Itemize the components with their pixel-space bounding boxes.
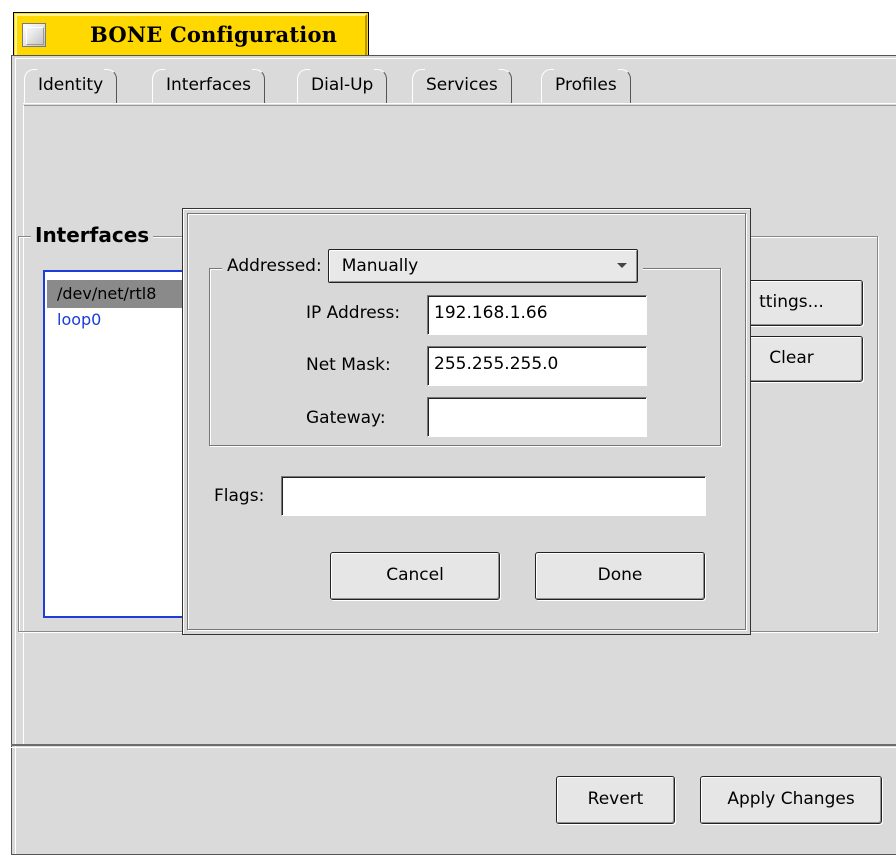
- tab-identity-label: Identity: [38, 75, 104, 95]
- flags-field[interactable]: [281, 476, 706, 516]
- footer-separator: [11, 744, 896, 748]
- cancel-button-label: Cancel: [386, 565, 444, 585]
- revert-button-label: Revert: [587, 789, 644, 809]
- done-button-label: Done: [597, 565, 643, 585]
- net-mask-field[interactable]: 255.255.255.0: [427, 346, 647, 386]
- ip-address-field[interactable]: 192.168.1.66: [427, 295, 647, 335]
- addressed-legend: Addressed: Manually: [222, 246, 643, 286]
- net-mask-label: Net Mask:: [306, 355, 391, 375]
- interfaces-group-label: Interfaces: [31, 223, 154, 247]
- tab-services[interactable]: Services: [412, 69, 512, 105]
- dropdown-arrow-icon: [616, 263, 627, 268]
- ip-address-label: IP Address:: [306, 303, 401, 323]
- tab-interfaces[interactable]: Interfaces: [152, 69, 265, 105]
- tab-dial-up[interactable]: Dial-Up: [297, 69, 388, 105]
- apply-changes-button-label: Apply Changes: [727, 789, 855, 809]
- addressed-label: Addressed:: [227, 256, 322, 276]
- gateway-field[interactable]: [427, 397, 647, 437]
- tab-dial-up-label: Dial-Up: [311, 75, 374, 95]
- tab-profiles-label: Profiles: [555, 75, 617, 95]
- list-item-loop0[interactable]: loop0: [47, 306, 199, 334]
- interface-list[interactable]: /dev/net/rtl8 loop0: [43, 270, 203, 618]
- tab-profiles[interactable]: Profiles: [541, 69, 631, 105]
- close-box-icon[interactable]: [22, 23, 46, 47]
- revert-button[interactable]: Revert: [556, 776, 675, 824]
- flags-label: Flags:: [214, 486, 265, 506]
- tab-interfaces-label: Interfaces: [166, 75, 251, 95]
- list-item-rtl8[interactable]: /dev/net/rtl8: [47, 280, 199, 308]
- window-title: BONE Configuration: [90, 22, 338, 47]
- settings-button-label: ttings...: [759, 292, 824, 312]
- cancel-button[interactable]: Cancel: [330, 552, 500, 600]
- done-button[interactable]: Done: [535, 552, 705, 600]
- addressed-dropdown-value: Manually: [341, 256, 419, 276]
- gateway-label: Gateway:: [306, 408, 386, 428]
- addressed-dropdown[interactable]: Manually: [327, 249, 638, 283]
- clear-button-label: Clear: [769, 348, 814, 368]
- tab-identity[interactable]: Identity: [24, 69, 118, 105]
- apply-changes-button[interactable]: Apply Changes: [700, 776, 882, 824]
- tab-services-label: Services: [426, 75, 498, 95]
- window-title-tab[interactable]: BONE Configuration: [13, 12, 369, 56]
